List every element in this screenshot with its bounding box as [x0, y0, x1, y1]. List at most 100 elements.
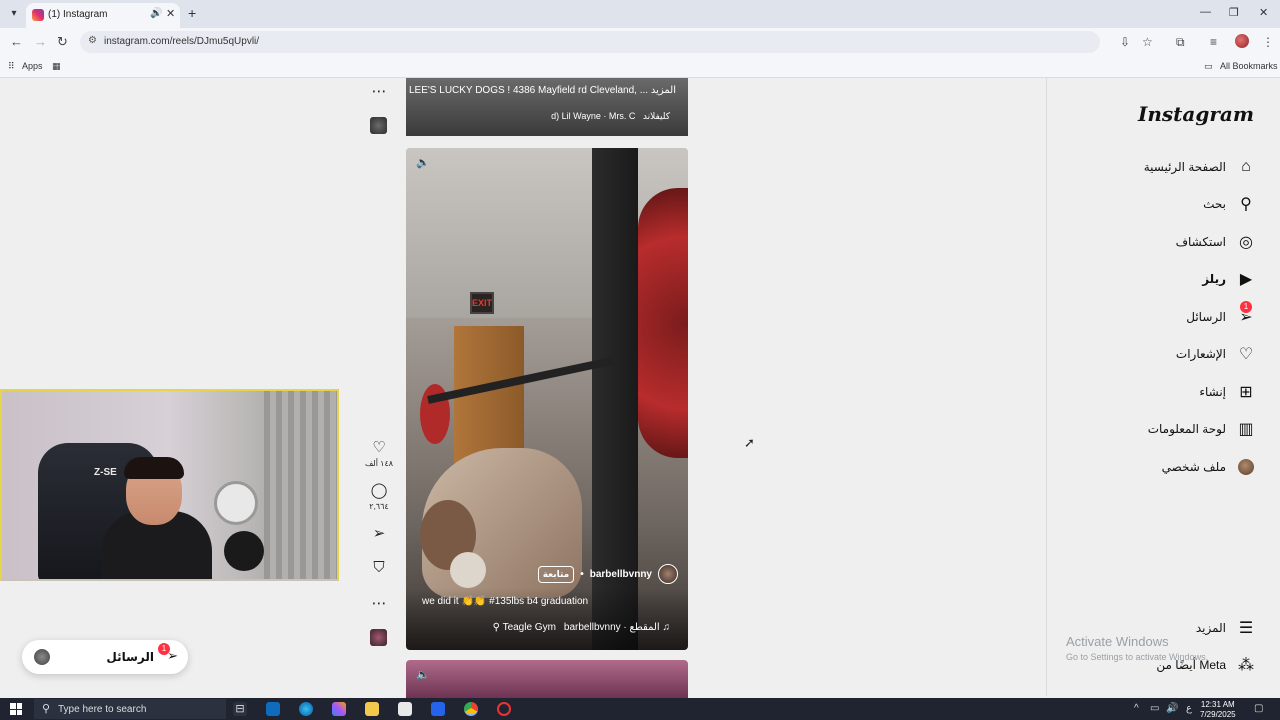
like-heart-icon[interactable]: ♡ — [370, 438, 388, 456]
tab-strip: ▾ (1) Instagram 🔊 ✕ + — ❐ ✕ — [0, 0, 1280, 28]
address-bar[interactable]: ⚙ instagram.com/reels/DJmu5qUpvli/ — [80, 31, 1100, 53]
copilot-icon[interactable] — [332, 702, 346, 716]
install-app-icon[interactable]: ⇩ — [1120, 35, 1130, 49]
instagram-favicon-icon — [32, 9, 44, 21]
nav-dashboard[interactable]: لوحة المعلومات ▥ — [1148, 417, 1256, 441]
nav-reels-label: ريلز — [1202, 272, 1226, 286]
reel-previous[interactable]: LEE'S LUCKY DOGS ! 4386 Mayfield rd Clev… — [406, 78, 688, 136]
close-window-icon[interactable]: ✕ — [1259, 6, 1268, 19]
more-options-icon[interactable]: ⋯ — [370, 82, 388, 100]
reel-previous-audio[interactable]: d) Lil Wayne · Mrs. C — [551, 111, 635, 121]
reel-previous-caption: LEE'S LUCKY DOGS ! 4386 Mayfield rd Clev… — [409, 85, 676, 96]
webcam-person-hair — [124, 457, 184, 479]
extensions-icon[interactable]: ⧉ — [1176, 35, 1185, 50]
instagram-page: LEE'S LUCKY DOGS ! 4386 Mayfield rd Clev… — [0, 78, 1280, 700]
nav-explore[interactable]: استكشاف ◎ — [1176, 230, 1256, 254]
url-text[interactable]: instagram.com/reels/DJmu5qUpvli/ — [104, 36, 259, 47]
reload-icon[interactable]: ↻ — [57, 34, 68, 50]
nav-create-label: إنشاء — [1199, 385, 1226, 399]
nav-notifications[interactable]: الإشعارات ♡ — [1176, 342, 1256, 366]
taskbar-search-icon: ⚲ — [42, 703, 51, 715]
store-icon[interactable] — [398, 702, 412, 716]
mouse-cursor-icon: ➚ — [744, 435, 755, 450]
browser-tab-instagram[interactable]: (1) Instagram 🔊 ✕ — [26, 3, 180, 28]
activate-windows-watermark: Activate Windows Go to Settings to activ… — [1066, 634, 1208, 662]
bookmarks-bar: ⠿ Apps ▦ ▭ All Bookmarks — [0, 56, 1280, 78]
reel-caption[interactable]: we did it 👏👏 #135lbs b4 graduation — [422, 596, 588, 607]
next-sound-icon[interactable]: 🔈 — [416, 668, 430, 681]
taskbar-search[interactable]: ⚲ Type here to search — [34, 699, 226, 719]
bookmark-star-icon[interactable]: ☆ — [1142, 35, 1153, 49]
back-icon[interactable]: ← — [10, 34, 23, 49]
recording-app-icon[interactable] — [497, 702, 511, 716]
clock-date: 7/29/2025 — [1200, 710, 1236, 719]
messages-pill[interactable]: الرسائل ➢ 1 — [22, 640, 188, 674]
forward-icon[interactable]: → — [34, 34, 47, 49]
chrome-icon[interactable] — [464, 702, 478, 716]
taskbar-clock[interactable]: 12:31 AM 7/29/2025 — [1200, 700, 1236, 720]
nav-home[interactable]: الصفحة الرئيسية ⌂ — [1144, 155, 1256, 179]
nav-profile[interactable]: ملف شخصي — [1162, 455, 1256, 479]
taskbar-search-placeholder: Type here to search — [58, 704, 147, 715]
notifications-icon[interactable]: ▢ — [1254, 703, 1263, 714]
save-bookmark-icon[interactable]: ⛉ — [370, 559, 388, 576]
task-view-icon[interactable]: ⊟ — [233, 702, 247, 716]
outlook-icon[interactable] — [266, 702, 280, 716]
toolbar: ← → ↻ ⚙ instagram.com/reels/DJmu5qUpvli/… — [0, 28, 1280, 56]
reel-previous-location[interactable]: كليفلاند — [643, 111, 670, 121]
author-username[interactable]: barbellbvnny — [590, 569, 652, 580]
share-icon[interactable]: ➢ — [370, 524, 388, 542]
follow-button[interactable]: متابعة — [537, 565, 575, 583]
messages-pill-label: الرسائل — [106, 650, 154, 664]
security-shield-icon[interactable] — [431, 702, 445, 716]
previous-audio-thumb[interactable] — [370, 117, 387, 134]
reel-audio[interactable]: barbellbvnny · المقطع ♫ — [564, 622, 670, 633]
file-explorer-icon[interactable] — [365, 702, 379, 716]
comment-icon[interactable]: ◯ — [370, 481, 388, 499]
sound-toggle-icon[interactable]: 🔈 — [416, 156, 430, 169]
tray-chevron-icon[interactable]: ^ — [1134, 703, 1139, 714]
site-info-icon[interactable]: ⚙ — [88, 35, 97, 46]
edge-icon[interactable] — [299, 702, 313, 716]
author-avatar[interactable] — [658, 564, 678, 584]
search-icon: ⚲ — [1240, 196, 1252, 213]
volume-icon[interactable]: 🔊 — [1166, 703, 1178, 714]
instagram-logo[interactable]: Instagram — [1138, 102, 1254, 126]
nav-messages[interactable]: الرسائل ➢ 1 — [1186, 301, 1256, 329]
messages-pill-badge: 1 — [158, 643, 170, 655]
tab-groups-icon[interactable]: ▦ — [52, 61, 61, 72]
tab-search-chevron-icon[interactable]: ▾ — [6, 6, 22, 22]
media-controls-icon[interactable]: ≡ — [1210, 35, 1217, 49]
menu-kebab-icon[interactable]: ⋮ — [1262, 35, 1274, 49]
minimize-icon[interactable]: — — [1200, 6, 1211, 18]
video-headphones — [450, 552, 486, 588]
tab-audio-icon[interactable]: 🔊 — [150, 8, 162, 19]
apps-bookmark[interactable]: Apps — [22, 61, 43, 71]
comment-count: ٢,٦٦٤ — [369, 502, 389, 511]
apps-grid-icon[interactable]: ⠿ — [8, 61, 15, 72]
windows-start-icon[interactable] — [10, 703, 22, 715]
more-options-icon[interactable]: ⋯ — [370, 594, 388, 612]
reel-location[interactable]: ⚲ Teagle Gym — [493, 622, 556, 633]
webcam-lamp — [214, 481, 258, 525]
reel-video[interactable]: EXIT 🔈 متابعة • barbellbvnny we did it 👏… — [406, 148, 688, 650]
new-tab-button[interactable]: + — [188, 5, 196, 21]
nav-explore-label: استكشاف — [1175, 235, 1226, 249]
network-icon[interactable]: ▭ — [1150, 703, 1159, 714]
all-bookmarks[interactable]: All Bookmarks — [1220, 61, 1278, 71]
nav-create[interactable]: إنشاء ⊞ — [1199, 380, 1256, 404]
folder-icon: ▭ — [1204, 61, 1213, 71]
reel-next[interactable]: 🔈 — [406, 660, 688, 700]
reel-previous-meta: d) Lil Wayne · Mrs. C كليفلاند — [551, 111, 670, 122]
keyboard-language[interactable]: ع — [1186, 703, 1192, 714]
profile-avatar-icon[interactable] — [1235, 34, 1249, 48]
nav-reels[interactable]: ريلز ▶ — [1202, 267, 1256, 291]
audio-thumb[interactable] — [370, 629, 387, 646]
nav-search[interactable]: بحث ⚲ — [1203, 192, 1256, 216]
reel-meta: ⚲ Teagle Gym barbellbvnny · المقطع ♫ — [493, 622, 670, 633]
instagram-sidebar: Instagram الصفحة الرئيسية ⌂ بحث ⚲ استكشا… — [1046, 78, 1280, 696]
tab-close-icon[interactable]: ✕ — [166, 7, 175, 20]
restore-icon[interactable]: ❐ — [1229, 6, 1239, 19]
clock-time: 12:31 AM — [1200, 700, 1235, 709]
exit-sign: EXIT — [470, 292, 494, 314]
